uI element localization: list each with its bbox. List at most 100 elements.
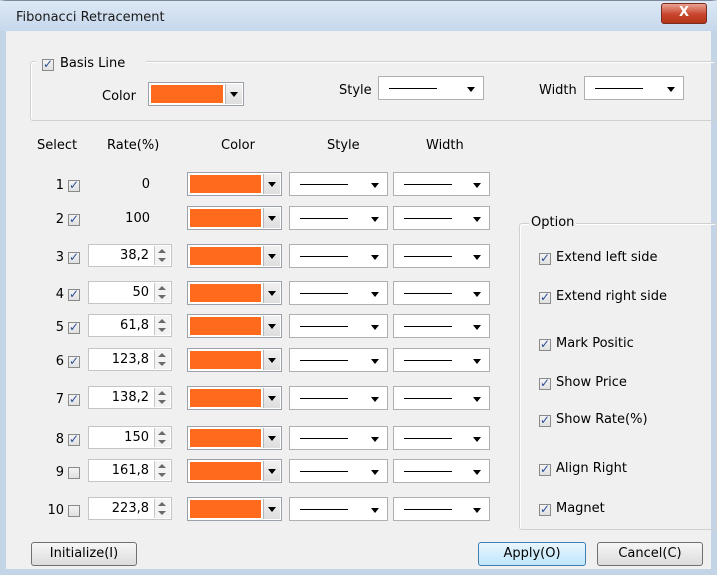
row-style-dropdown[interactable]: [289, 281, 388, 305]
chevron-down-icon: [473, 292, 481, 297]
row-color-dropdown[interactable]: [187, 497, 282, 521]
option-checkbox[interactable]: [539, 462, 551, 476]
row-checkbox[interactable]: [68, 320, 80, 334]
row-color-dropdown[interactable]: [187, 459, 282, 483]
option-checkbox[interactable]: [539, 502, 551, 516]
chevron-down-icon: [473, 217, 481, 222]
row-style-dropdown[interactable]: [289, 314, 388, 338]
chevron-down-icon: [263, 174, 280, 194]
row-style-dropdown[interactable]: [289, 459, 388, 483]
row-width-dropdown[interactable]: [393, 348, 490, 372]
chevron-down-icon: [473, 397, 481, 402]
initialize-button[interactable]: Initialize(I): [31, 542, 137, 566]
rate-value: 38,2: [120, 248, 149, 263]
row-width-dropdown[interactable]: [393, 206, 490, 230]
chevron-down-icon: [473, 470, 481, 475]
row-index: 3: [55, 250, 64, 265]
spinner-buttons[interactable]: [154, 499, 170, 518]
line-style-preview: [300, 398, 348, 399]
rate-spinner[interactable]: 50: [88, 281, 172, 304]
row-width-dropdown[interactable]: [393, 314, 490, 338]
line-width-preview: [404, 256, 452, 257]
basis-line-label: Basis Line: [60, 56, 126, 71]
color-swatch: [190, 462, 261, 480]
color-swatch: [190, 209, 261, 227]
rate-spinner[interactable]: 150: [88, 426, 172, 449]
chevron-down-icon: [371, 437, 379, 442]
option-checkbox[interactable]: [539, 376, 551, 390]
row-style-dropdown[interactable]: [289, 206, 388, 230]
row-color-dropdown[interactable]: [187, 386, 282, 410]
chevron-up-icon: [158, 286, 166, 290]
cancel-button[interactable]: Cancel(C): [597, 542, 703, 566]
rate-spinner[interactable]: 138,2: [88, 386, 172, 409]
row-checkbox[interactable]: [68, 354, 80, 368]
row-style-dropdown[interactable]: [289, 172, 388, 196]
row-width-dropdown[interactable]: [393, 386, 490, 410]
option-group-title: Option: [529, 215, 577, 230]
option-checkbox[interactable]: [539, 290, 551, 304]
row-style-dropdown[interactable]: [289, 348, 388, 372]
row-width-dropdown[interactable]: [393, 281, 490, 305]
spinner-buttons[interactable]: [154, 461, 170, 480]
row-width-dropdown[interactable]: [393, 459, 490, 483]
row-checkbox[interactable]: [68, 250, 80, 264]
basis-color-dropdown[interactable]: [148, 82, 244, 106]
rate-spinner[interactable]: 223,8: [88, 497, 172, 520]
spinner-buttons[interactable]: [154, 350, 170, 369]
row-style-dropdown[interactable]: [289, 244, 388, 268]
chevron-down-icon: [371, 217, 379, 222]
dialog-window: Fibonacci Retracement X Basis Line Color…: [0, 0, 717, 575]
header-style: Style: [327, 138, 360, 153]
close-button[interactable]: X: [661, 3, 707, 24]
row-checkbox[interactable]: [68, 212, 80, 226]
title-bar[interactable]: Fibonacci Retracement X: [0, 1, 717, 31]
spinner-buttons[interactable]: [154, 283, 170, 302]
basis-line-checkbox[interactable]: [42, 57, 54, 71]
row-color-dropdown[interactable]: [187, 348, 282, 372]
rate-spinner[interactable]: 61,8: [88, 314, 172, 337]
rate-spinner[interactable]: 161,8: [88, 459, 172, 482]
row-width-dropdown[interactable]: [393, 244, 490, 268]
option-checkbox[interactable]: [539, 251, 551, 265]
row-checkbox[interactable]: [68, 287, 80, 301]
row-style-dropdown[interactable]: [289, 426, 388, 450]
row-checkbox[interactable]: [68, 467, 80, 479]
row-width-dropdown[interactable]: [393, 426, 490, 450]
color-swatch: [190, 389, 261, 407]
chevron-down-icon: [371, 255, 379, 260]
spinner-buttons[interactable]: [154, 388, 170, 407]
chevron-up-icon: [158, 353, 166, 357]
row-checkbox[interactable]: [68, 392, 80, 406]
header-select: Select: [37, 138, 78, 153]
rate-value: 161,8: [111, 463, 149, 478]
spinner-buttons[interactable]: [154, 316, 170, 335]
spinner-buttons[interactable]: [154, 428, 170, 447]
row-style-dropdown[interactable]: [289, 497, 388, 521]
line-width-preview: [404, 184, 452, 185]
row-color-dropdown[interactable]: [187, 281, 282, 305]
row-color-dropdown[interactable]: [187, 172, 282, 196]
basis-width-dropdown[interactable]: [584, 76, 684, 100]
option-checkbox[interactable]: [539, 413, 551, 427]
option-checkbox[interactable]: [539, 337, 551, 351]
close-icon: X: [678, 5, 690, 20]
row-color-dropdown[interactable]: [187, 314, 282, 338]
row-color-dropdown[interactable]: [187, 244, 282, 268]
basis-style-dropdown[interactable]: [378, 76, 484, 100]
row-checkbox[interactable]: [68, 505, 80, 517]
row-color-dropdown[interactable]: [187, 206, 282, 230]
option-label: Show Rate(%): [556, 412, 648, 427]
row-width-dropdown[interactable]: [393, 172, 490, 196]
apply-button[interactable]: Apply(O): [478, 542, 586, 566]
row-color-dropdown[interactable]: [187, 426, 282, 450]
row-checkbox[interactable]: [68, 178, 80, 192]
spinner-buttons[interactable]: [154, 246, 170, 265]
row-style-dropdown[interactable]: [289, 386, 388, 410]
row-index: 5: [55, 320, 64, 335]
rate-spinner[interactable]: 123,8: [88, 348, 172, 371]
line-width-preview: [404, 438, 452, 439]
row-width-dropdown[interactable]: [393, 497, 490, 521]
row-checkbox[interactable]: [68, 432, 80, 446]
rate-spinner[interactable]: 38,2: [88, 244, 172, 267]
